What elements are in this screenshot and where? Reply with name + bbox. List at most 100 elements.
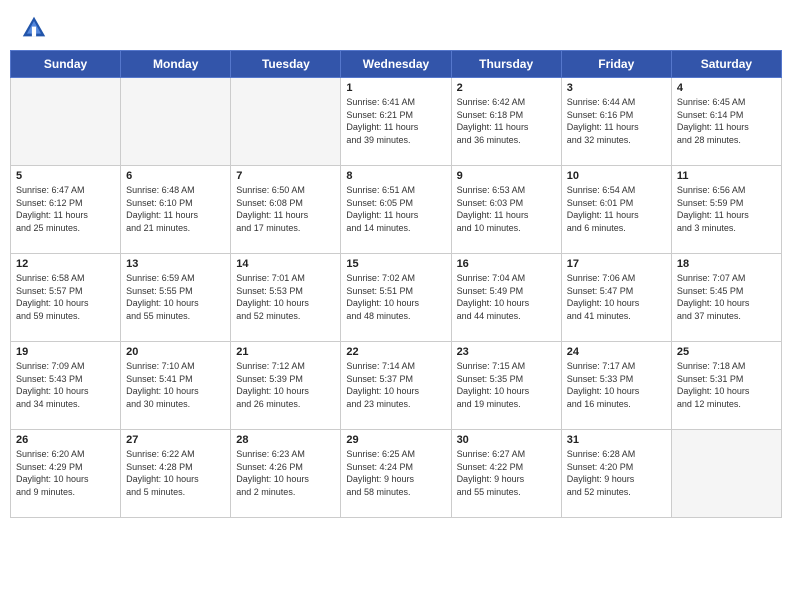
day-number: 16 bbox=[457, 258, 556, 270]
day-number: 1 bbox=[346, 82, 445, 94]
day-info: Sunrise: 7:09 AM Sunset: 5:43 PM Dayligh… bbox=[16, 360, 115, 410]
day-info: Sunrise: 6:56 AM Sunset: 5:59 PM Dayligh… bbox=[677, 184, 776, 234]
day-number: 12 bbox=[16, 258, 115, 270]
day-info: Sunrise: 6:50 AM Sunset: 6:08 PM Dayligh… bbox=[236, 184, 335, 234]
day-info: Sunrise: 6:58 AM Sunset: 5:57 PM Dayligh… bbox=[16, 272, 115, 322]
day-info: Sunrise: 7:14 AM Sunset: 5:37 PM Dayligh… bbox=[346, 360, 445, 410]
day-number: 31 bbox=[567, 434, 666, 446]
weekday-header-thursday: Thursday bbox=[451, 51, 561, 78]
weekday-header-wednesday: Wednesday bbox=[341, 51, 451, 78]
day-info: Sunrise: 6:28 AM Sunset: 4:20 PM Dayligh… bbox=[567, 448, 666, 498]
week-row-5: 26Sunrise: 6:20 AM Sunset: 4:29 PM Dayli… bbox=[11, 430, 782, 518]
day-number: 23 bbox=[457, 346, 556, 358]
calendar: SundayMondayTuesdayWednesdayThursdayFrid… bbox=[0, 50, 792, 612]
day-info: Sunrise: 6:41 AM Sunset: 6:21 PM Dayligh… bbox=[346, 96, 445, 146]
day-number: 8 bbox=[346, 170, 445, 182]
day-info: Sunrise: 6:53 AM Sunset: 6:03 PM Dayligh… bbox=[457, 184, 556, 234]
day-cell: 14 Sunrise: 7:01 AM Sunset: 5:53 PM Dayli… bbox=[231, 254, 341, 342]
day-cell: 22 Sunrise: 7:14 AM Sunset: 5:37 PM Dayli… bbox=[341, 342, 451, 430]
day-cell: 12 Sunrise: 6:58 AM Sunset: 5:57 PM Dayli… bbox=[11, 254, 121, 342]
day-cell: 24 Sunrise: 7:17 AM Sunset: 5:33 PM Dayli… bbox=[561, 342, 671, 430]
header bbox=[0, 0, 792, 50]
day-info: Sunrise: 6:45 AM Sunset: 6:14 PM Dayligh… bbox=[677, 96, 776, 146]
day-number: 20 bbox=[126, 346, 225, 358]
day-cell: 15 Sunrise: 7:02 AM Sunset: 5:51 PM Dayli… bbox=[341, 254, 451, 342]
logo-icon bbox=[20, 14, 48, 42]
day-info: Sunrise: 7:15 AM Sunset: 5:35 PM Dayligh… bbox=[457, 360, 556, 410]
day-number: 22 bbox=[346, 346, 445, 358]
day-cell: 30 Sunrise: 6:27 AM Sunset: 4:22 PM Dayli… bbox=[451, 430, 561, 518]
day-cell: 21Sunrise: 7:12 AM Sunset: 5:39 PM Dayli… bbox=[231, 342, 341, 430]
day-info: Sunrise: 6:25 AM Sunset: 4:24 PM Dayligh… bbox=[346, 448, 445, 498]
day-info: Sunrise: 7:17 AM Sunset: 5:33 PM Dayligh… bbox=[567, 360, 666, 410]
day-number: 13 bbox=[126, 258, 225, 270]
day-info: Sunrise: 7:10 AM Sunset: 5:41 PM Dayligh… bbox=[126, 360, 225, 410]
day-number: 17 bbox=[567, 258, 666, 270]
day-number: 14 bbox=[236, 258, 335, 270]
day-info: Sunrise: 7:07 AM Sunset: 5:45 PM Dayligh… bbox=[677, 272, 776, 322]
week-row-3: 12 Sunrise: 6:58 AM Sunset: 5:57 PM Dayli… bbox=[11, 254, 782, 342]
day-number: 6 bbox=[126, 170, 225, 182]
weekday-header-sunday: Sunday bbox=[11, 51, 121, 78]
day-cell: 25 Sunrise: 7:18 AM Sunset: 5:31 PM Dayli… bbox=[671, 342, 781, 430]
weekday-header-friday: Friday bbox=[561, 51, 671, 78]
day-number: 18 bbox=[677, 258, 776, 270]
day-cell: 13 Sunrise: 6:59 AM Sunset: 5:55 PM Dayli… bbox=[121, 254, 231, 342]
day-number: 27 bbox=[126, 434, 225, 446]
day-cell: 26Sunrise: 6:20 AM Sunset: 4:29 PM Dayli… bbox=[11, 430, 121, 518]
day-cell bbox=[671, 430, 781, 518]
day-cell: 28Sunrise: 6:23 AM Sunset: 4:26 PM Dayli… bbox=[231, 430, 341, 518]
day-number: 5 bbox=[16, 170, 115, 182]
day-info: Sunrise: 7:18 AM Sunset: 5:31 PM Dayligh… bbox=[677, 360, 776, 410]
day-number: 30 bbox=[457, 434, 556, 446]
day-info: Sunrise: 7:06 AM Sunset: 5:47 PM Dayligh… bbox=[567, 272, 666, 322]
weekday-header-monday: Monday bbox=[121, 51, 231, 78]
day-info: Sunrise: 6:59 AM Sunset: 5:55 PM Dayligh… bbox=[126, 272, 225, 322]
day-cell: 17 Sunrise: 7:06 AM Sunset: 5:47 PM Dayli… bbox=[561, 254, 671, 342]
page: SundayMondayTuesdayWednesdayThursdayFrid… bbox=[0, 0, 792, 612]
day-number: 15 bbox=[346, 258, 445, 270]
logo bbox=[20, 14, 52, 42]
day-number: 9 bbox=[457, 170, 556, 182]
day-number: 29 bbox=[346, 434, 445, 446]
weekday-header-row: SundayMondayTuesdayWednesdayThursdayFrid… bbox=[11, 51, 782, 78]
day-cell: 31 Sunrise: 6:28 AM Sunset: 4:20 PM Dayli… bbox=[561, 430, 671, 518]
day-info: Sunrise: 7:12 AM Sunset: 5:39 PM Dayligh… bbox=[236, 360, 335, 410]
week-row-4: 19 Sunrise: 7:09 AM Sunset: 5:43 PM Dayli… bbox=[11, 342, 782, 430]
day-number: 11 bbox=[677, 170, 776, 182]
day-info: Sunrise: 7:01 AM Sunset: 5:53 PM Dayligh… bbox=[236, 272, 335, 322]
day-info: Sunrise: 6:42 AM Sunset: 6:18 PM Dayligh… bbox=[457, 96, 556, 146]
weekday-header-tuesday: Tuesday bbox=[231, 51, 341, 78]
day-cell: 1 Sunrise: 6:41 AM Sunset: 6:21 PM Daylig… bbox=[341, 78, 451, 166]
day-cell: 29 Sunrise: 6:25 AM Sunset: 4:24 PM Dayli… bbox=[341, 430, 451, 518]
day-cell: 18 Sunrise: 7:07 AM Sunset: 5:45 PM Dayli… bbox=[671, 254, 781, 342]
day-cell: 23 Sunrise: 7:15 AM Sunset: 5:35 PM Dayli… bbox=[451, 342, 561, 430]
day-cell: 9 Sunrise: 6:53 AM Sunset: 6:03 PM Daylig… bbox=[451, 166, 561, 254]
week-row-2: 5Sunrise: 6:47 AM Sunset: 6:12 PM Daylig… bbox=[11, 166, 782, 254]
day-info: Sunrise: 6:22 AM Sunset: 4:28 PM Dayligh… bbox=[126, 448, 225, 498]
day-number: 19 bbox=[16, 346, 115, 358]
day-cell: 3Sunrise: 6:44 AM Sunset: 6:16 PM Daylig… bbox=[561, 78, 671, 166]
day-info: Sunrise: 6:54 AM Sunset: 6:01 PM Dayligh… bbox=[567, 184, 666, 234]
day-cell: 11 Sunrise: 6:56 AM Sunset: 5:59 PM Dayli… bbox=[671, 166, 781, 254]
day-number: 10 bbox=[567, 170, 666, 182]
day-number: 26 bbox=[16, 434, 115, 446]
day-cell bbox=[231, 78, 341, 166]
day-cell: 27 Sunrise: 6:22 AM Sunset: 4:28 PM Dayli… bbox=[121, 430, 231, 518]
day-number: 2 bbox=[457, 82, 556, 94]
day-number: 3 bbox=[567, 82, 666, 94]
day-cell: 7Sunrise: 6:50 AM Sunset: 6:08 PM Daylig… bbox=[231, 166, 341, 254]
weekday-header-saturday: Saturday bbox=[671, 51, 781, 78]
day-info: Sunrise: 6:48 AM Sunset: 6:10 PM Dayligh… bbox=[126, 184, 225, 234]
day-cell: 8Sunrise: 6:51 AM Sunset: 6:05 PM Daylig… bbox=[341, 166, 451, 254]
day-info: Sunrise: 6:27 AM Sunset: 4:22 PM Dayligh… bbox=[457, 448, 556, 498]
calendar-table: SundayMondayTuesdayWednesdayThursdayFrid… bbox=[10, 50, 782, 518]
day-cell: 20 Sunrise: 7:10 AM Sunset: 5:41 PM Dayli… bbox=[121, 342, 231, 430]
day-cell: 5Sunrise: 6:47 AM Sunset: 6:12 PM Daylig… bbox=[11, 166, 121, 254]
day-number: 28 bbox=[236, 434, 335, 446]
day-number: 24 bbox=[567, 346, 666, 358]
day-cell bbox=[11, 78, 121, 166]
day-cell bbox=[121, 78, 231, 166]
day-number: 25 bbox=[677, 346, 776, 358]
day-info: Sunrise: 7:02 AM Sunset: 5:51 PM Dayligh… bbox=[346, 272, 445, 322]
